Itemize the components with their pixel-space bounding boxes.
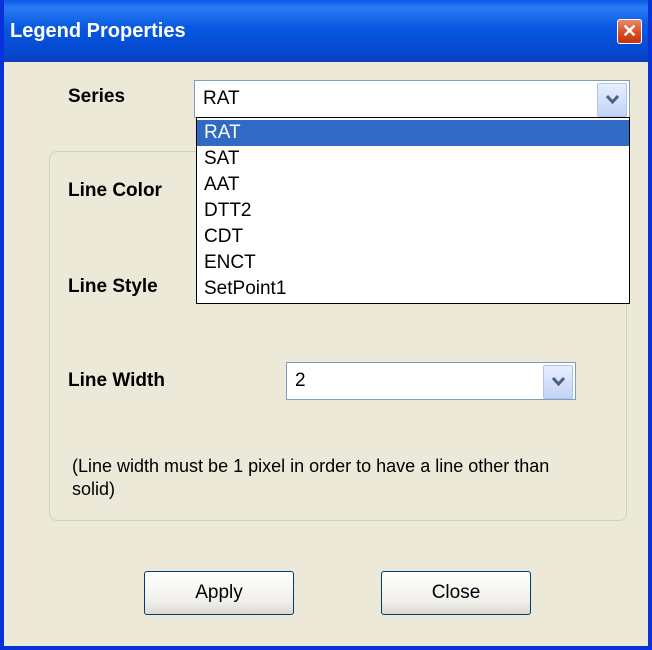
line-color-label: Line Color bbox=[68, 180, 162, 201]
legend-properties-dialog: Legend Properties ✕ Series RAT Line Colo… bbox=[0, 0, 652, 650]
line-width-note: (Line width must be 1 pixel in order to … bbox=[72, 456, 550, 499]
series-option[interactable]: CDT bbox=[197, 224, 629, 250]
series-select-value: RAT bbox=[203, 88, 240, 109]
series-option[interactable]: SetPoint1 bbox=[197, 276, 629, 302]
line-width-label: Line Width bbox=[68, 370, 165, 391]
series-option[interactable]: SAT bbox=[197, 146, 629, 172]
line-width-select[interactable]: 2 bbox=[286, 362, 576, 400]
series-select[interactable]: RAT bbox=[194, 80, 630, 118]
line-width-dropdown-button[interactable] bbox=[543, 365, 573, 399]
series-option[interactable]: ENCT bbox=[197, 250, 629, 276]
series-dropdown-button[interactable] bbox=[597, 83, 627, 117]
close-window-button[interactable]: ✕ bbox=[617, 19, 642, 44]
series-option[interactable]: DTT2 bbox=[197, 198, 629, 224]
chevron-down-icon bbox=[552, 377, 565, 387]
line-width-select-value: 2 bbox=[295, 370, 306, 391]
line-style-label: Line Style bbox=[68, 276, 158, 297]
series-dropdown-list[interactable]: RAT SAT AAT DTT2 CDT ENCT SetPoint1 bbox=[196, 117, 630, 304]
close-icon: ✕ bbox=[621, 21, 638, 41]
series-option[interactable]: RAT bbox=[197, 120, 629, 146]
window-title: Legend Properties bbox=[10, 20, 186, 42]
close-button[interactable]: Close bbox=[381, 571, 531, 615]
title-bar[interactable]: Legend Properties ✕ bbox=[4, 0, 648, 62]
series-option[interactable]: AAT bbox=[197, 172, 629, 198]
apply-button[interactable]: Apply bbox=[144, 571, 294, 615]
chevron-down-icon bbox=[606, 95, 619, 105]
series-label: Series bbox=[68, 86, 126, 107]
